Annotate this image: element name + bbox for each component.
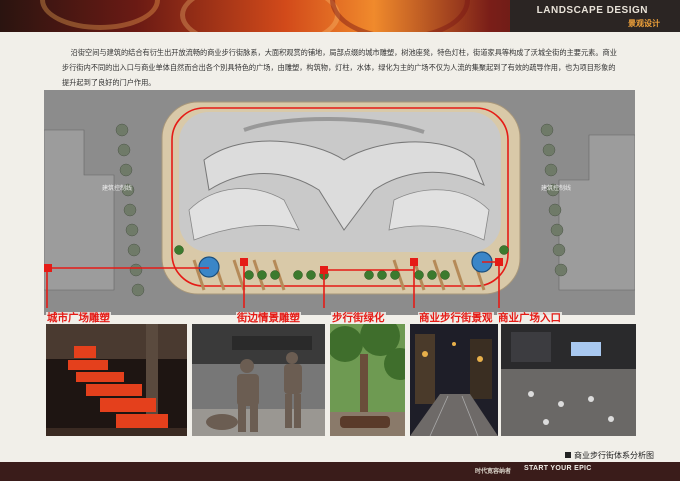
callout-plaza-entrance: 商业广场入口 [497,312,562,324]
photo-pedestrian-street [410,324,498,436]
callout-pedestrian-landscape: 商业步行街景观 [418,312,494,324]
swirl-decoration [180,0,340,32]
figure-caption: 商业步行街体系分析图 [565,450,654,461]
site-plan: 建筑控制线 建筑控制线 [44,90,635,315]
caption-marker [565,452,571,458]
footer-tagline-en: START YOUR EPIC [524,465,592,472]
brand-title-en: LANDSCAPE DESIGN [536,5,648,16]
site-plan-drawing [44,90,635,315]
callout-street-scene-sculpture: 街边情景雕塑 [236,312,301,324]
swirl-decoration [330,0,470,32]
footer-tagline-cn: 时代宽容纳者 [475,468,512,475]
callout-city-plaza-sculpture: 城市广场雕塑 [46,312,111,324]
control-line-label-right: 建筑控制线 [541,185,572,192]
callout-pedestrian-greening: 步行街绿化 [331,312,386,324]
caption-text: 商业步行街体系分析图 [574,451,654,460]
swirl-decoration [40,0,160,30]
photo-street-sculpture [192,324,325,436]
photo-street-greening [330,324,405,436]
brand-title-cn: 景观设计 [628,19,660,28]
photo-city-sculpture [46,324,187,436]
control-line-label-left: 建筑控制线 [102,185,133,192]
intro-paragraph: 沿街空间与建筑的结合有衍生出开放流畅的商业步行街脉系，大面积观赏的铺地，局部点缀… [62,48,617,87]
photo-plaza-entrance [501,324,636,436]
